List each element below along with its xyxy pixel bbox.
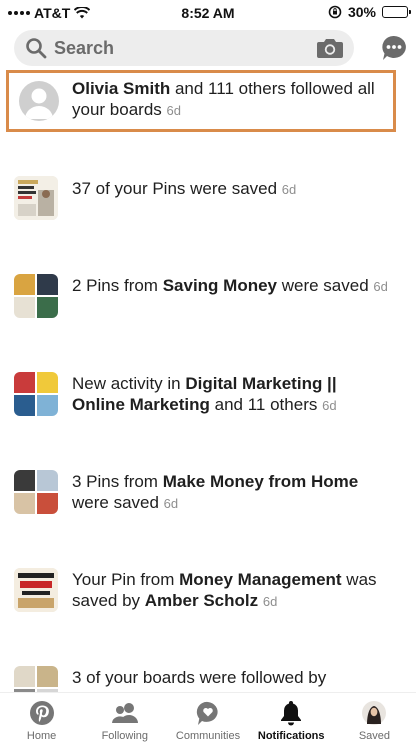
camera-icon[interactable] [316, 36, 344, 60]
tab-label: Saved [358, 730, 391, 742]
status-bar: AT&T 8:52 AM 30% [0, 0, 416, 26]
notification-text: New activity in Digital Marketing || Onl… [72, 374, 337, 414]
notification-text: Olivia Smith and 111 others followed all… [72, 78, 392, 121]
tab-communities[interactable]: Communities [166, 693, 249, 745]
search-bar[interactable] [14, 30, 354, 66]
tab-home[interactable]: Home [0, 693, 83, 745]
notification-item[interactable]: 3 Pins from Make Money from Home were sa… [14, 470, 404, 516]
pin-collage-thumbnail [14, 274, 58, 318]
people-icon [111, 699, 139, 727]
notification-item[interactable]: New activity in Digital Marketing || Onl… [14, 372, 404, 418]
notification-item[interactable]: 37 of your Pins were saved 6d [14, 176, 404, 222]
tab-notifications[interactable]: Notifications [250, 693, 333, 745]
tab-label: Following [101, 730, 149, 742]
pinterest-logo-icon [28, 699, 56, 727]
notification-age: 6d [281, 182, 297, 197]
tab-label: Notifications [257, 730, 325, 742]
notification-item[interactable]: Your Pin from Money Management was saved… [14, 568, 404, 614]
notification-bold: Olivia Smith [72, 79, 171, 98]
status-right: 30% [328, 4, 411, 20]
notification-age: 6d [322, 398, 337, 413]
search-icon [26, 38, 47, 59]
tab-label: Home [26, 730, 57, 742]
battery-percent: 30% [347, 4, 376, 20]
bell-icon [277, 699, 305, 727]
notification-age: 6d [373, 279, 388, 294]
notification-item[interactable]: 2 Pins from Saving Money were saved 6d [14, 274, 404, 320]
tab-following[interactable]: Following [83, 693, 166, 745]
notification-age: 6d [262, 594, 278, 609]
profile-avatar [360, 699, 388, 727]
user-avatar [19, 81, 59, 121]
notification-item-highlighted[interactable]: Olivia Smith and 111 others followed all… [6, 70, 396, 132]
pin-collage-thumbnail [14, 470, 58, 514]
pin-collage-thumbnail [14, 372, 58, 416]
tab-label: Communities [175, 730, 241, 742]
notification-text: 3 of your boards were followed by [72, 668, 327, 687]
battery-icon [382, 6, 411, 18]
notification-text: 2 Pins from Saving Money were saved 6d [72, 276, 388, 295]
rotation-lock-icon [328, 5, 342, 19]
pin-thumbnail [14, 176, 58, 220]
notification-item[interactable]: 3 of your boards were followed by [14, 666, 404, 692]
search-input[interactable] [54, 37, 294, 59]
notification-text: Your Pin from Money Management was saved… [72, 570, 377, 610]
tab-saved[interactable]: Saved [333, 693, 416, 745]
pin-thumbnail [14, 568, 58, 612]
messages-icon[interactable] [380, 34, 408, 62]
bottom-tab-bar: Home Following Communities Notifications… [0, 692, 416, 745]
notification-text: 3 Pins from Make Money from Home were sa… [72, 472, 359, 512]
default-user-icon [25, 88, 53, 119]
notification-text: 37 of your Pins were saved 6d [72, 179, 297, 198]
chat-bubble-icon [194, 699, 222, 727]
pin-collage-thumbnail [14, 666, 58, 692]
notification-age: 6d [163, 496, 179, 511]
notification-age: 6d [166, 103, 181, 118]
